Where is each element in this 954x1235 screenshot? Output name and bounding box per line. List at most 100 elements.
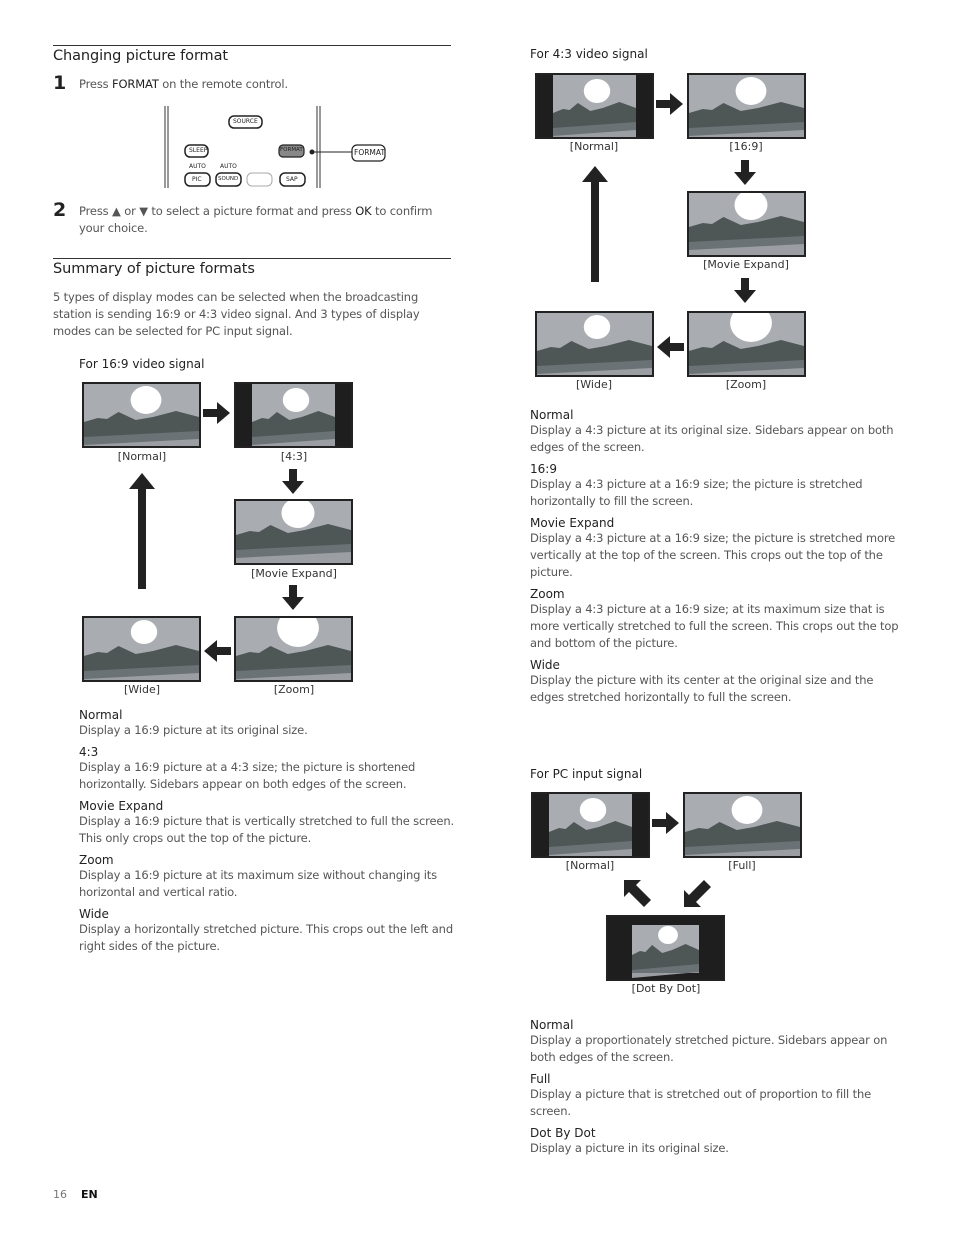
format-thumbnail-wide	[82, 616, 201, 682]
signal-169-descriptions: Normal Display a 16:9 picture at its ori…	[79, 708, 459, 955]
remote-button-sleep: SLEEP	[189, 147, 208, 154]
description-term: Zoom	[530, 587, 565, 601]
arrow-down-icon	[282, 585, 304, 610]
format-thumbnail-zoom	[687, 311, 806, 377]
remote-button-format: FORMAT	[280, 147, 303, 153]
arrow-down-left-icon	[684, 880, 711, 907]
description-item: Full Display a picture that is stretched…	[530, 1072, 915, 1120]
description-text: Display the picture with its center at t…	[530, 673, 874, 704]
remote-button-sound: SOUND	[218, 176, 239, 182]
description-term: 16:9	[530, 462, 557, 476]
description-term: 4:3	[79, 745, 99, 759]
description-term: Movie Expand	[79, 799, 164, 813]
description-item: 16:9 Display a 4:3 picture at a 16:9 siz…	[530, 462, 910, 510]
description-item: 4:3 Display a 16:9 picture at a 4:3 size…	[79, 745, 459, 793]
caption-zoom: [Zoom]	[725, 378, 767, 391]
description-item: Zoom Display a 16:9 picture at its maxim…	[79, 853, 459, 901]
caption-full: [Full]	[728, 859, 756, 872]
description-term: Wide	[530, 658, 560, 672]
landscape-picture	[608, 917, 723, 979]
caption-4-3: [4:3]	[280, 450, 308, 463]
format-thumbnail-dot-by-dot	[606, 915, 725, 981]
arrow-up-icon	[582, 166, 608, 282]
landscape-picture	[689, 75, 804, 137]
description-item: Normal Display a proportionately stretch…	[530, 1018, 915, 1066]
format-thumbnail-movie-expand	[687, 191, 806, 257]
arrow-up-icon	[129, 473, 155, 589]
description-item: Zoom Display a 4:3 picture at a 16:9 siz…	[530, 587, 910, 652]
landscape-picture	[236, 384, 351, 446]
section-rule	[53, 258, 451, 259]
description-text: Display a 16:9 picture at its maximum si…	[79, 868, 437, 899]
format-thumbnail-normal	[531, 792, 650, 858]
description-text: Display a picture that is stretched out …	[530, 1087, 872, 1118]
section-title-summary: Summary of picture formats	[53, 261, 255, 277]
step-number: 1	[53, 72, 67, 94]
format-thumbnail-16-9	[687, 73, 806, 139]
remote-button-source: SOURCE	[233, 118, 258, 125]
description-term: Full	[530, 1072, 551, 1086]
description-text: Display a 16:9 picture at a 4:3 size; th…	[79, 760, 416, 791]
language-code: EN	[81, 1188, 98, 1201]
description-text: Display a 4:3 picture at a 16:9 size; th…	[530, 531, 896, 579]
step-2-text: Press ▲ or ▼ to select a picture format …	[79, 204, 433, 235]
description-text: Display a picture in its original size.	[530, 1141, 729, 1155]
page-number: 16	[53, 1188, 67, 1201]
landscape-picture	[537, 75, 652, 137]
caption-wide: [Wide]	[123, 683, 161, 696]
caption-normal: [Normal]	[565, 859, 615, 872]
landscape-picture	[685, 794, 800, 856]
description-term: Zoom	[79, 853, 114, 867]
description-item: Normal Display a 4:3 picture at its orig…	[530, 408, 910, 456]
description-item: Movie Expand Display a 4:3 picture at a …	[530, 516, 910, 581]
caption-normal: [Normal]	[117, 450, 167, 463]
remote-button-sap: SAP	[286, 176, 298, 183]
landscape-picture	[533, 794, 648, 856]
landscape-picture	[537, 313, 652, 375]
remote-button-pic: PIC	[192, 176, 202, 183]
description-text: Display a proportionately stretched pict…	[530, 1033, 888, 1064]
signal-43-descriptions: Normal Display a 4:3 picture at its orig…	[530, 408, 910, 706]
arrow-up-left-icon	[624, 880, 651, 907]
format-thumbnail-full	[683, 792, 802, 858]
description-text: Display a 16:9 picture that is verticall…	[79, 814, 454, 845]
caption-movie-expand: [Movie Expand]	[703, 258, 789, 271]
arrow-right-icon	[652, 812, 679, 834]
landscape-picture	[689, 193, 804, 255]
description-text: Display a 4:3 picture at its original si…	[530, 423, 894, 454]
description-item: Wide Display a horizontally stretched pi…	[79, 907, 459, 955]
caption-movie-expand: [Movie Expand]	[251, 567, 337, 580]
format-thumbnail-4-3	[234, 382, 353, 448]
caption-wide: [Wide]	[575, 378, 613, 391]
description-term: Dot By Dot	[530, 1126, 596, 1140]
format-thumbnail-movie-expand	[234, 499, 353, 565]
arrow-left-icon	[657, 336, 684, 358]
description-text: Display a horizontally stretched picture…	[79, 922, 453, 953]
section-title-changing-format: Changing picture format	[53, 48, 228, 64]
landscape-picture	[84, 618, 199, 680]
landscape-picture	[689, 313, 804, 375]
description-text: Display a 4:3 picture at a 16:9 size; th…	[530, 477, 863, 508]
arrow-right-icon	[656, 93, 683, 115]
arrow-down-icon	[282, 469, 304, 494]
description-term: Wide	[79, 907, 109, 921]
format-callout-label: FORMAT	[354, 148, 386, 157]
step-number: 2	[53, 199, 67, 221]
remote-label-auto: AUTO	[220, 163, 237, 170]
arrow-down-icon	[734, 160, 756, 185]
format-thumbnail-normal	[82, 382, 201, 448]
section-rule	[53, 45, 451, 46]
landscape-picture	[84, 384, 199, 446]
signal-169-heading: For 16:9 video signal	[79, 357, 205, 371]
description-term: Normal	[530, 1018, 574, 1032]
description-item: Normal Display a 16:9 picture at its ori…	[79, 708, 459, 739]
description-term: Normal	[530, 408, 574, 422]
signal-43-heading: For 4:3 video signal	[530, 47, 648, 61]
signal-pc-descriptions: Normal Display a proportionately stretch…	[530, 1018, 915, 1157]
signal-pc-heading: For PC input signal	[530, 767, 643, 781]
caption-normal: [Normal]	[569, 140, 619, 153]
format-thumbnail-zoom	[234, 616, 353, 682]
caption-zoom: [Zoom]	[273, 683, 315, 696]
description-item: Wide Display the picture with its center…	[530, 658, 910, 706]
format-thumbnail-wide	[535, 311, 654, 377]
